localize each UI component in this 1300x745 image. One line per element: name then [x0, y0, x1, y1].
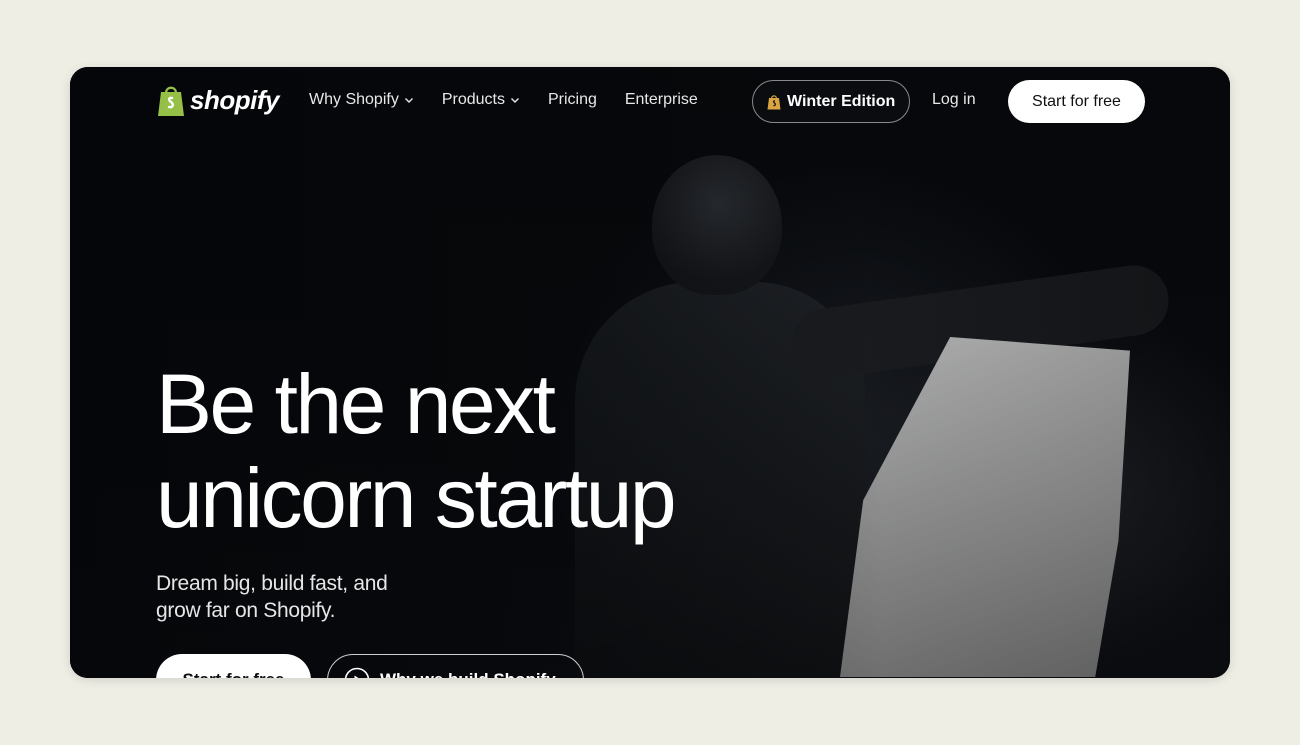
nav-pricing-label: Pricing: [547, 91, 597, 108]
nav-products-label: Products: [441, 91, 505, 108]
browser-frame: shopify Why Shopify Products Pricing Ent…: [70, 67, 1230, 678]
chevron-down-icon: [404, 98, 413, 103]
hero-start-button[interactable]: Start for free: [156, 654, 311, 678]
start-for-free-button[interactable]: Start for free: [1008, 80, 1145, 123]
hero-cta-row: Start for free Why we build Shopify: [156, 654, 584, 678]
nav-enterprise[interactable]: Enterprise: [625, 91, 698, 109]
nav-why-shopify-label: Why Shopify: [309, 91, 399, 108]
nav-pricing[interactable]: Pricing: [548, 91, 597, 109]
play-icon: [344, 667, 370, 678]
why-we-build-label: Why we build Shopify: [380, 670, 556, 678]
hero-headline: Be the next unicorn startup: [156, 357, 677, 545]
top-navigation: shopify Why Shopify Products Pricing Ent…: [70, 67, 1230, 137]
why-we-build-button[interactable]: Why we build Shopify: [327, 654, 584, 678]
nav-links: Why Shopify Products Pricing Enterprise: [309, 91, 698, 109]
winter-edition-label: Winter Edition: [787, 92, 896, 110]
nav-products[interactable]: Products: [442, 91, 520, 109]
headline-line-2: unicorn startup: [156, 451, 677, 545]
chevron-down-icon: [510, 98, 519, 103]
winter-edition-button[interactable]: Winter Edition: [752, 80, 911, 123]
shopping-bag-icon: [767, 94, 781, 109]
shopping-bag-icon: [158, 86, 184, 116]
login-link[interactable]: Log in: [932, 91, 976, 109]
start-for-free-label: Start for free: [1032, 92, 1121, 110]
hero-start-label: Start for free: [182, 670, 284, 678]
nav-why-shopify[interactable]: Why Shopify: [309, 91, 414, 109]
logo-wordmark: shopify: [190, 84, 279, 115]
headline-line-1: Be the next: [156, 357, 556, 451]
hero-subheading: Dream big, build fast, and grow far on S…: [156, 572, 388, 622]
nav-enterprise-label: Enterprise: [624, 91, 698, 108]
shopify-logo[interactable]: shopify: [156, 83, 279, 117]
